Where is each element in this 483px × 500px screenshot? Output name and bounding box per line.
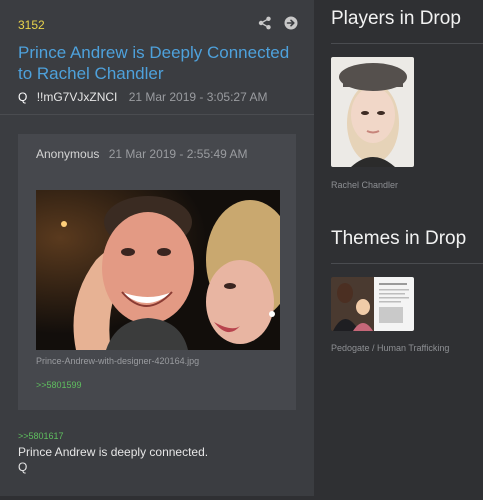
theme-image xyxy=(331,277,414,331)
player-name[interactable]: Rachel Chandler xyxy=(331,180,398,190)
themes-heading: Themes in Drop xyxy=(331,228,467,249)
quoted-post-ref[interactable]: >>5801599 xyxy=(36,380,82,390)
post-tripcode: !!mG7VJxZNCI xyxy=(36,90,118,104)
share-icon[interactable] xyxy=(258,16,272,30)
player-avatar xyxy=(331,57,414,167)
post-divider xyxy=(0,114,314,115)
post-meta: Q !!mG7VJxZNCI 21 Mar 2019 - 3:05:27 AM xyxy=(18,90,267,104)
theme-thumbnail[interactable] xyxy=(331,277,414,331)
reply-signature: Q xyxy=(18,460,28,474)
post-date: 21 Mar 2019 - 3:05:27 AM xyxy=(128,90,268,104)
players-heading: Players in Drop xyxy=(331,8,461,29)
themes-divider xyxy=(331,263,483,264)
quoted-date: 21 Mar 2019 - 2:55:49 AM xyxy=(108,147,248,161)
drop-post: 3152 Prince Andrew is Deeply Connected t… xyxy=(0,0,314,496)
post-title[interactable]: Prince Andrew is Deeply Connected to Rac… xyxy=(18,42,308,84)
reply-post-ref[interactable]: >>5801617 xyxy=(18,431,64,441)
image-filename[interactable]: Prince-Andrew-with-designer-420164.jpg xyxy=(36,356,199,366)
post-actions xyxy=(258,16,298,30)
reply-text: Prince Andrew is deeply connected. xyxy=(18,445,209,459)
post-author: Q xyxy=(18,90,28,104)
quoted-post-meta: Anonymous 21 Mar 2019 - 2:55:49 AM xyxy=(36,147,247,161)
photo-illustration xyxy=(36,190,280,350)
arrow-right-circle-icon[interactable] xyxy=(284,16,298,30)
quoted-author: Anonymous xyxy=(36,147,100,161)
drop-number[interactable]: 3152 xyxy=(18,18,45,32)
reply-body: Prince Andrew is deeply connected. Q xyxy=(18,445,208,475)
theme-name[interactable]: Pedogate / Human Trafficking xyxy=(331,343,449,353)
players-divider xyxy=(331,43,483,44)
player-thumbnail[interactable] xyxy=(331,57,414,167)
quoted-photo[interactable] xyxy=(36,190,280,350)
quoted-post: Anonymous 21 Mar 2019 - 2:55:49 AM Princ… xyxy=(18,134,296,410)
